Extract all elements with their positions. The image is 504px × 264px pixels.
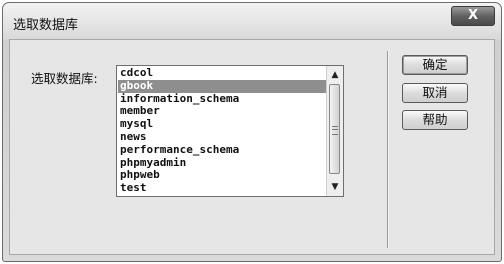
list-item[interactable]: test (118, 181, 326, 195)
vertical-scrollbar[interactable]: ▲ ▼ (326, 66, 343, 196)
list-item[interactable]: mysql (118, 117, 326, 131)
list-item[interactable]: phpweb (118, 169, 326, 182)
database-label: 选取数据库: (31, 71, 98, 86)
help-button[interactable]: 帮助 (402, 110, 468, 130)
grip-icon (332, 126, 338, 135)
dialog-body: 选取数据库: cdcol gbook information_schema me… (9, 39, 495, 255)
select-database-dialog: 选取数据库 X 选取数据库: cdcol gbook information_s… (2, 2, 502, 262)
database-list: cdcol gbook information_schema member my… (118, 66, 326, 195)
vertical-divider (387, 51, 389, 248)
close-button[interactable]: X (451, 6, 495, 26)
cancel-button[interactable]: 取消 (402, 83, 468, 103)
list-item[interactable]: news (118, 130, 326, 144)
database-listbox[interactable]: cdcol gbook information_schema member my… (116, 65, 344, 197)
title-bar: 选取数据库 X (3, 3, 501, 39)
ok-button[interactable]: 确定 (402, 55, 468, 75)
list-item[interactable]: performance_schema (118, 143, 326, 157)
scroll-up-icon[interactable]: ▲ (327, 67, 343, 83)
dialog-title: 选取数据库 (13, 18, 79, 33)
scroll-down-icon[interactable]: ▼ (327, 179, 343, 195)
list-item[interactable]: cdcol (118, 66, 326, 80)
close-icon: X (467, 8, 479, 23)
scroll-thumb[interactable] (329, 84, 340, 174)
list-item[interactable]: gbook (118, 79, 326, 93)
